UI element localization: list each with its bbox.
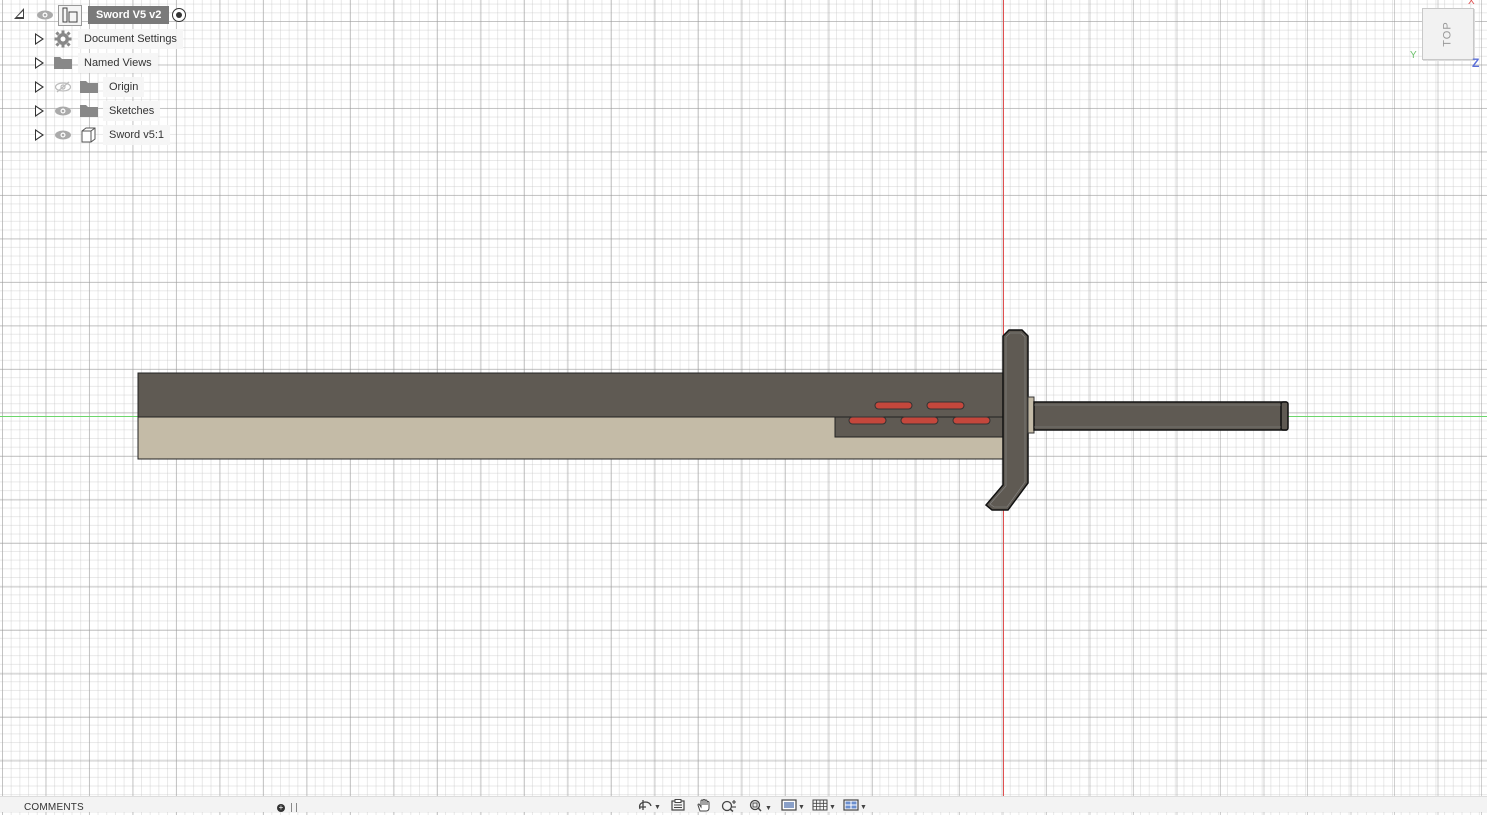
collar [1027, 396, 1035, 434]
browser-panel: Sword V5 v2 Document Settings Named View… [0, 0, 260, 150]
folder-icon [80, 104, 98, 117]
viewcube[interactable]: TOP X Y Z [1410, 0, 1487, 75]
expand-triangle-icon[interactable] [35, 57, 44, 69]
visibility-eye-icon[interactable] [54, 105, 72, 117]
folder-icon [80, 80, 98, 93]
viewcube-face[interactable]: TOP [1422, 8, 1474, 60]
pan-icon[interactable] [696, 798, 712, 812]
orbit-icon[interactable]: ▼ [637, 799, 661, 811]
document-icon [58, 5, 82, 26]
visibility-hidden-icon[interactable] [54, 81, 72, 93]
blade-upper [137, 372, 1005, 418]
activate-radio-icon[interactable] [172, 8, 186, 22]
browser-item-origin[interactable]: Origin [103, 77, 145, 97]
bottom-bar: COMMENTS + ▼ ▼ ▼ ▼ ▼ [0, 796, 1487, 813]
slot [952, 416, 991, 425]
zoom-icon[interactable] [721, 799, 739, 813]
folder-icon [54, 56, 72, 69]
browser-item-document-settings[interactable]: Document Settings [78, 29, 183, 49]
collapse-triangle-icon[interactable] [14, 8, 24, 19]
viewports-icon[interactable]: ▼ [843, 799, 867, 811]
slot [848, 416, 887, 425]
document-root-label[interactable]: Sword V5 v2 [88, 6, 170, 24]
y-axis-label: Y [1410, 50, 1417, 61]
slot [874, 401, 913, 410]
grid-icon[interactable]: ▼ [812, 799, 836, 811]
browser-item-sketches[interactable]: Sketches [103, 101, 161, 121]
component-icon [80, 127, 96, 143]
expand-triangle-icon[interactable] [35, 81, 44, 93]
visibility-eye-icon[interactable] [36, 9, 54, 21]
fit-icon[interactable]: ▼ [748, 799, 772, 812]
handle [1033, 401, 1287, 431]
browser-item-sword-component[interactable]: Sword v5:1 [103, 125, 171, 145]
display-settings-icon[interactable]: ▼ [781, 799, 805, 811]
x-axis-label: X [1468, 0, 1475, 7]
expand-triangle-icon[interactable] [35, 129, 44, 141]
browser-item-named-views[interactable]: Named Views [78, 53, 158, 73]
visibility-eye-icon[interactable] [54, 129, 72, 141]
slot [900, 416, 939, 425]
slot [926, 401, 965, 410]
expand-triangle-icon[interactable] [35, 105, 44, 117]
expand-triangle-icon[interactable] [35, 33, 44, 45]
look-at-icon[interactable] [670, 799, 686, 811]
z-axis-label: Z [1472, 56, 1480, 70]
comments-label[interactable]: COMMENTS [24, 802, 84, 813]
gear-icon [54, 30, 72, 48]
